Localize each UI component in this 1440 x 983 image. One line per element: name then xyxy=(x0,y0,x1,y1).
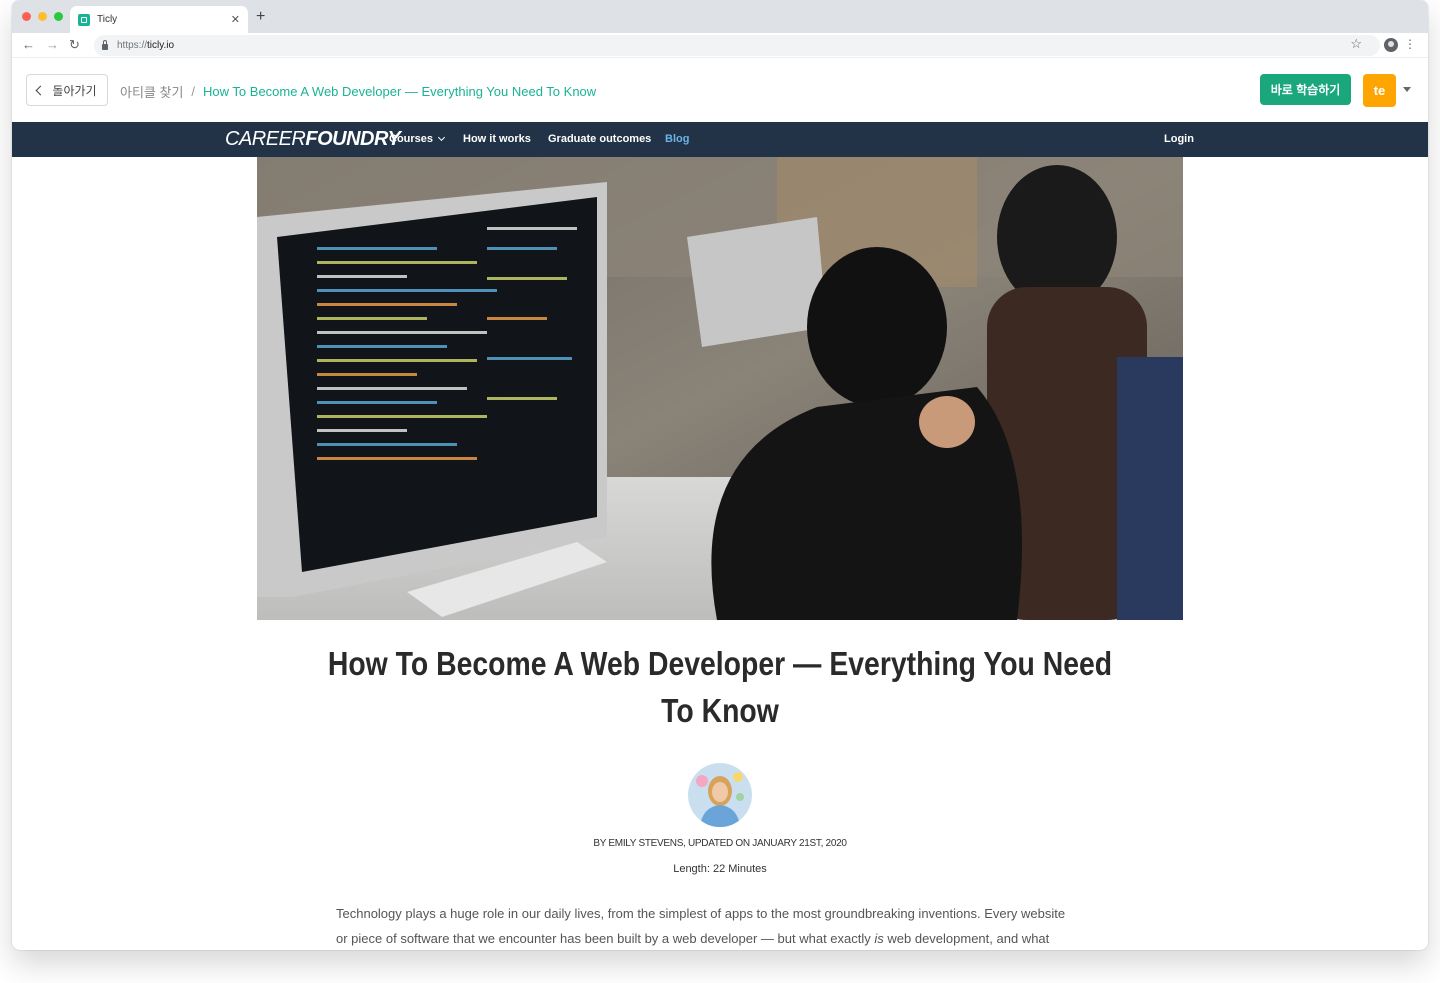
back-arrow-icon[interactable]: ← xyxy=(22,36,35,54)
forward-arrow-icon[interactable]: → xyxy=(46,36,59,54)
tab-title: Ticly xyxy=(97,14,118,25)
nav-blog[interactable]: Blog xyxy=(665,133,689,145)
caret-down-icon[interactable] xyxy=(1403,87,1411,92)
careerfoundry-logo[interactable]: CAREERFOUNDRY xyxy=(225,128,401,151)
ticly-favicon-icon xyxy=(78,13,90,26)
url-text: https://ticly.io xyxy=(117,40,174,51)
menu-kebab-icon[interactable]: ⋮ xyxy=(1404,37,1416,51)
body-line-1: Technology plays a huge role in our dail… xyxy=(336,906,1066,921)
logo-foundry: FOUNDRY xyxy=(305,128,401,150)
breadcrumb-separator: / xyxy=(191,84,196,99)
url-scheme: https:// xyxy=(117,40,148,51)
new-tab-icon[interactable]: + xyxy=(256,9,265,25)
nav-graduate-outcomes[interactable]: Graduate outcomes xyxy=(548,133,651,145)
breadcrumb: 아티클 찾기 / How To Become A Web Developer —… xyxy=(120,82,596,101)
reload-icon[interactable]: ↻ xyxy=(69,36,80,54)
body-line-2-end: web development, and what xyxy=(883,931,1050,946)
back-button[interactable]: 돌아가기 xyxy=(26,74,108,106)
browser-tab[interactable]: Ticly ✕ xyxy=(70,6,248,33)
bookmark-star-icon[interactable]: ☆ xyxy=(1350,37,1362,51)
careerfoundry-nav: CAREERFOUNDRY Courses How it works Gradu… xyxy=(12,122,1428,157)
article-length: Length: 22 Minutes xyxy=(673,863,767,875)
hero-image xyxy=(257,157,1183,620)
author-photo xyxy=(688,763,752,827)
article-title: How To Become A Web Developer — Everythi… xyxy=(327,645,1113,729)
tab-strip: Ticly ✕ + xyxy=(12,0,1428,33)
lock-icon xyxy=(102,39,108,50)
nav-login[interactable]: Login xyxy=(1164,133,1194,145)
breadcrumb-parent[interactable]: 아티클 찾기 xyxy=(120,82,183,101)
article-body: Technology plays a huge role in our dail… xyxy=(336,901,1106,950)
body-line-2: or piece of software that we encounter h… xyxy=(336,926,1106,950)
browser-toolbar: ← → ↻ https://ticly.io ☆ ⋮ xyxy=(12,33,1428,58)
start-learning-button[interactable]: 바로 학습하기 xyxy=(1260,74,1351,105)
chevron-down-icon xyxy=(437,133,446,142)
address-bar[interactable]: https://ticly.io xyxy=(94,35,1380,56)
user-avatar[interactable]: te xyxy=(1363,74,1396,107)
profile-icon[interactable] xyxy=(1384,38,1398,52)
hero-photo-illustration xyxy=(257,157,1183,620)
author-avatar xyxy=(688,763,752,827)
window-controls xyxy=(22,12,63,21)
close-tab-icon[interactable]: ✕ xyxy=(231,13,240,26)
body-line-2-start: or piece of software that we encounter h… xyxy=(336,931,875,946)
close-window-icon[interactable] xyxy=(22,12,31,21)
breadcrumb-current: How To Become A Web Developer — Everythi… xyxy=(203,84,597,99)
url-host: ticly.io xyxy=(147,40,175,51)
nav-courses-label: Courses xyxy=(389,133,434,145)
maximize-window-icon[interactable] xyxy=(54,12,63,21)
article-byline: BY EMILY STEVENS, UPDATED ON JANUARY 21S… xyxy=(593,838,847,849)
minimize-window-icon[interactable] xyxy=(38,12,47,21)
ticly-header: 돌아가기 아티클 찾기 / How To Become A Web Develo… xyxy=(12,58,1428,122)
browser-window: Ticly ✕ + ← → ↻ https://ticly.io ☆ ⋮ 돌아가… xyxy=(12,0,1428,950)
chevron-left-icon xyxy=(35,85,46,95)
nav-how-it-works[interactable]: How it works xyxy=(463,133,531,145)
nav-courses[interactable]: Courses xyxy=(389,133,446,145)
logo-career: CAREER xyxy=(225,128,306,150)
body-line-2-emphasis: is xyxy=(874,931,884,946)
back-button-label: 돌아가기 xyxy=(52,83,97,98)
